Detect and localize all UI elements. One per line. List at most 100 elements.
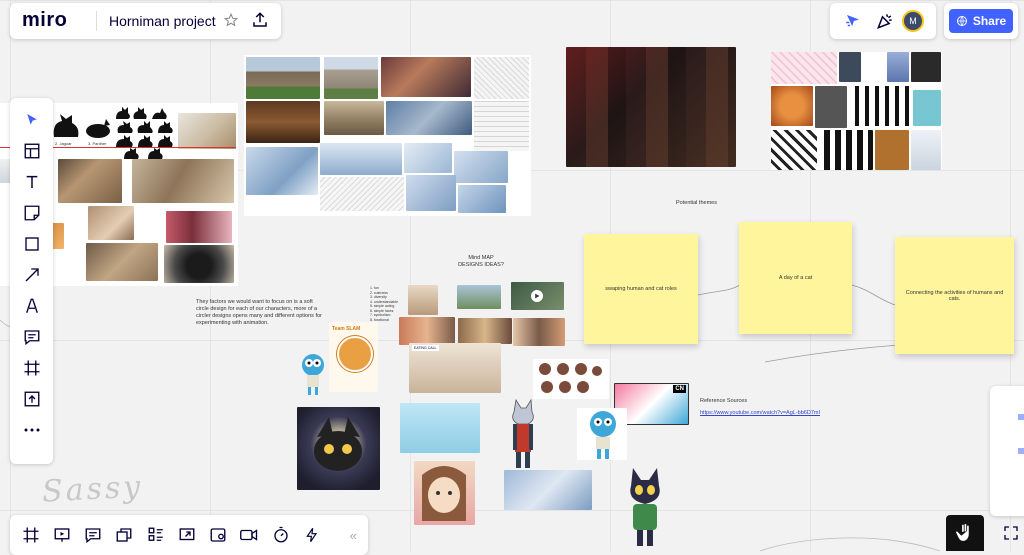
collapse-label: «	[349, 527, 357, 543]
cat-photo-jump	[178, 113, 236, 149]
video-thumb[interactable]	[511, 282, 564, 310]
hand-tool-button[interactable]	[946, 515, 984, 551]
cat-group-art[interactable]	[504, 470, 592, 510]
eating-call-poster[interactable]: EATING CALL	[409, 343, 501, 393]
potential-themes-label[interactable]: Potential themes	[676, 200, 717, 207]
presentation-icon[interactable]	[47, 520, 76, 550]
screen-share-icon[interactable]	[172, 520, 201, 550]
puppycat-art[interactable]	[414, 461, 475, 525]
room-art	[386, 101, 472, 135]
cn-logo: CN	[673, 385, 686, 393]
gumball-standing[interactable]	[577, 408, 627, 460]
design-ideas-list[interactable]: 1. fun 2. cuteness 3. diversity 4. under…	[370, 286, 398, 322]
pencil-sketch-1	[320, 177, 404, 211]
board-header: miro Horniman project	[10, 3, 281, 39]
arrow-icon[interactable]	[17, 260, 47, 290]
library-photo	[246, 101, 320, 143]
pen-icon[interactable]	[17, 291, 47, 321]
upload-icon[interactable]	[17, 384, 47, 414]
board-title[interactable]: Horniman project	[109, 13, 216, 29]
shape-icon[interactable]	[17, 229, 47, 259]
mind-map-title[interactable]: Mind MAP DESIGNS IDEAS?	[446, 255, 516, 269]
reference-link[interactable]: https://www.youtube.com/watch?v=AgL-bb6D…	[700, 410, 820, 416]
dark-interior-collage[interactable]	[566, 47, 736, 167]
factors-text[interactable]: They factors we would want to focus on i…	[196, 299, 324, 328]
comment-icon[interactable]	[17, 322, 47, 352]
cat-photo-angry	[164, 245, 234, 283]
black-cat-poses	[849, 86, 911, 126]
mansion-photo	[246, 57, 320, 99]
grey-cat-art	[839, 52, 861, 82]
tall-cat-character[interactable]	[498, 398, 548, 470]
witch-cat-face	[314, 417, 362, 471]
export-icon[interactable]	[251, 11, 269, 29]
more-icon[interactable]	[17, 415, 47, 445]
cat-silhouette-2	[50, 111, 84, 139]
star-icon[interactable]	[224, 13, 238, 27]
reference-sources-label[interactable]: Reference Sources	[700, 398, 747, 405]
puppycat-face	[422, 466, 466, 521]
text-icon[interactable]	[17, 167, 47, 197]
panel-marker	[1018, 414, 1024, 420]
sticky-note-icon[interactable]	[17, 198, 47, 228]
templates-icon[interactable]	[17, 136, 47, 166]
cat-expressions-sheet[interactable]	[533, 359, 609, 399]
video-icon[interactable]	[235, 520, 264, 550]
collab-panel: M	[830, 3, 936, 39]
avatar[interactable]: M	[902, 10, 924, 32]
cute-cats-art[interactable]	[400, 403, 480, 453]
cartoon-girl-thumb[interactable]	[513, 318, 565, 346]
sketch-house	[474, 57, 529, 99]
blue-sketch-5	[406, 175, 456, 211]
blue-cat-art	[887, 52, 909, 82]
sticky-note-1-text: swaping human and cat roles	[605, 286, 677, 292]
sketch-building	[474, 101, 529, 151]
frames-icon[interactable]	[16, 520, 45, 550]
cat-photo-hiss	[166, 211, 232, 243]
sticky-note-1[interactable]: swaping human and cat roles	[584, 234, 698, 344]
gumball-character[interactable]	[300, 352, 326, 396]
share-button[interactable]: Share	[949, 9, 1013, 33]
white-cat-art	[911, 130, 941, 170]
cat-photo-paw	[88, 206, 134, 240]
avatar-initial: M	[909, 16, 917, 26]
house-photo	[324, 57, 378, 99]
cartoon-kids-thumb[interactable]	[399, 317, 455, 345]
hall-photo	[324, 101, 384, 135]
eating-call-text: EATING CALL	[412, 345, 439, 351]
lightning-icon[interactable]	[297, 520, 326, 550]
cursor-icon[interactable]	[844, 12, 862, 30]
sticky-note-2[interactable]: A day of a cat	[739, 222, 852, 334]
black-cat-sweater[interactable]	[625, 466, 665, 551]
video-chat-icon[interactable]	[204, 520, 233, 550]
frame-icon[interactable]	[17, 353, 47, 383]
orange-cat-art	[771, 86, 813, 126]
select-icon[interactable]	[17, 105, 47, 135]
cat-silhouette-3	[84, 117, 112, 139]
share-panel: Share	[944, 3, 1018, 39]
celebrate-icon[interactable]	[875, 11, 895, 31]
cat-scene-thumb[interactable]	[457, 285, 501, 309]
blue-sketch-1	[246, 147, 318, 195]
cards-icon[interactable]	[110, 520, 139, 550]
panel-marker	[1018, 448, 1024, 454]
sticky-note-3[interactable]: Connecting the activities of humans and …	[895, 237, 1014, 354]
teal-cat-art	[913, 90, 941, 126]
collapse-toolbar-button[interactable]: «	[339, 520, 368, 550]
kanban-icon[interactable]	[141, 520, 170, 550]
architecture-reference-frame[interactable]	[244, 55, 531, 216]
comments-icon[interactable]	[79, 520, 108, 550]
cartoon-scene-thumb[interactable]	[458, 318, 512, 344]
cat-label-2: 2. Jaguar	[55, 141, 72, 146]
timer-icon[interactable]	[266, 520, 295, 550]
cat-drawing-thumb[interactable]	[408, 285, 438, 315]
team-slam-poster[interactable]: Team SLAM	[329, 322, 378, 392]
slam-cat-icon	[337, 336, 373, 372]
side-panel-partial[interactable]	[990, 386, 1024, 516]
fullscreen-icon[interactable]	[1003, 525, 1019, 541]
miro-logo[interactable]: miro	[22, 9, 67, 32]
witch-cat-art[interactable]	[297, 407, 380, 490]
play-icon[interactable]	[531, 290, 543, 302]
cat-drawings-collage[interactable]	[771, 52, 942, 170]
sticky-note-3-text: Connecting the activities of humans and …	[905, 289, 1004, 302]
